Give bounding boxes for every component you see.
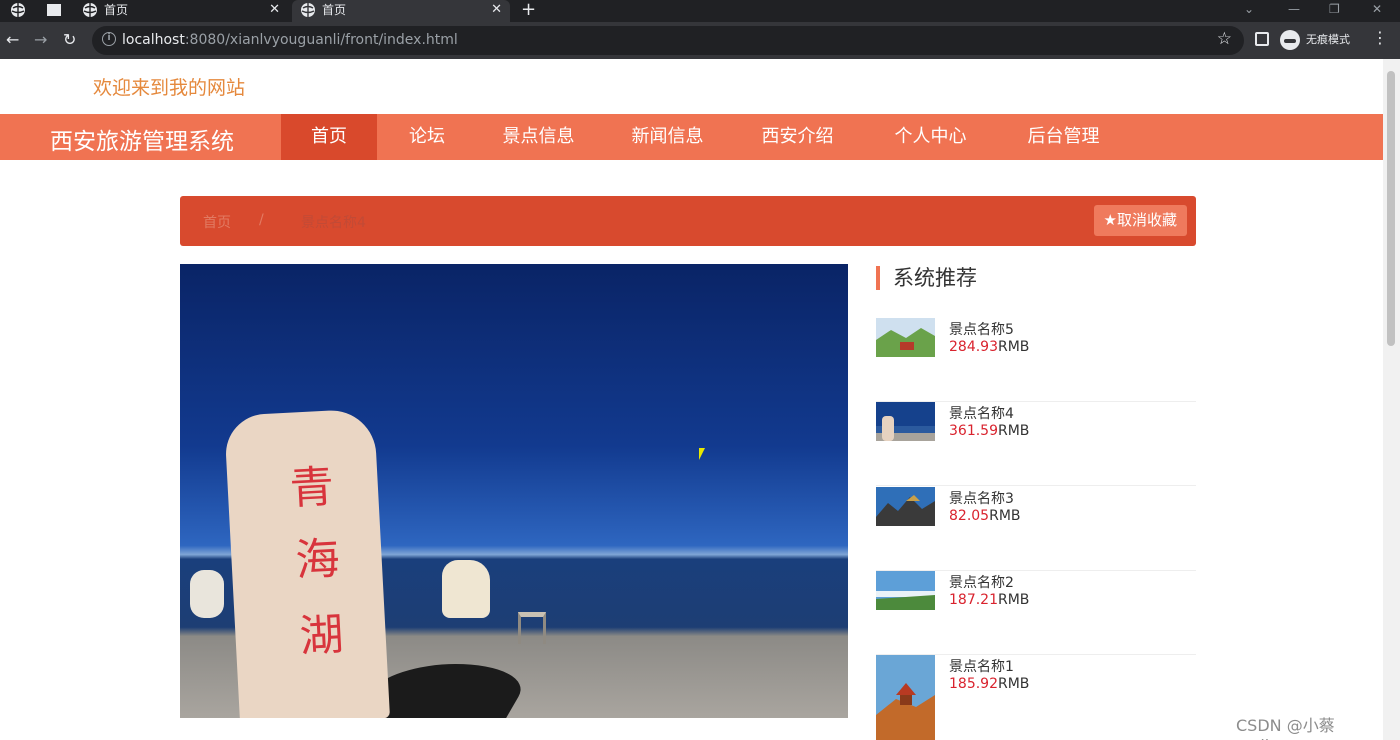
nav-forum[interactable]: 论坛 xyxy=(377,114,477,160)
nav-xian-intro[interactable]: 西安介绍 xyxy=(736,114,859,160)
stool-figure xyxy=(518,612,546,644)
tab-2[interactable]: 首页 ✕ xyxy=(292,0,510,22)
stone-char: 海 xyxy=(294,533,341,587)
recommend-item[interactable]: 景点名称1 185.92RMB xyxy=(876,655,1196,740)
menu-icon[interactable]: ⋮ xyxy=(1372,28,1388,47)
side-panel-icon[interactable] xyxy=(1255,32,1269,46)
browser-tabbar: 首页 ✕ 首页 ✕ + ⌄ — ❐ ✕ xyxy=(0,0,1400,22)
breadcrumb-separator: / xyxy=(259,212,264,228)
minimize-icon[interactable]: — xyxy=(1288,0,1300,18)
close-window-icon[interactable]: ✕ xyxy=(1372,0,1382,18)
close-tab-icon[interactable]: ✕ xyxy=(491,0,502,20)
attraction-thumbnail[interactable] xyxy=(876,402,935,441)
close-tab-icon[interactable]: ✕ xyxy=(269,0,280,20)
globe-icon xyxy=(301,3,315,17)
globe-icon xyxy=(83,3,97,17)
browser-toolbar: ← → ↻ i localhost:8080/xianlvyouguanli/f… xyxy=(0,22,1400,59)
attraction-name[interactable]: 景点名称5 xyxy=(949,319,1014,339)
nav-home[interactable]: 首页 xyxy=(281,114,377,160)
page-scrollbar[interactable] xyxy=(1383,59,1400,740)
unfavorite-button[interactable]: ★取消收藏 xyxy=(1093,205,1187,236)
incognito-indicator[interactable]: 无痕模式 xyxy=(1280,28,1350,52)
attraction-thumbnail[interactable] xyxy=(876,571,935,610)
attraction-name[interactable]: 景点名称1 xyxy=(949,656,1014,676)
url-path: :8080/xianlvyouguanli/front/index.html xyxy=(184,32,458,48)
qinghai-lake-stone: 青 海 湖 xyxy=(223,408,391,718)
tab-title: 首页 xyxy=(104,3,129,17)
forward-icon[interactable]: → xyxy=(34,30,47,50)
yak-figure xyxy=(442,560,490,618)
tab-title: 首页 xyxy=(322,3,347,17)
site-brand[interactable]: 西安旅游管理系统 xyxy=(50,122,234,156)
unfavorite-label: 取消收藏 xyxy=(1116,211,1177,229)
price-value: 284.93 xyxy=(949,339,998,355)
incognito-icon xyxy=(1280,30,1300,50)
recommend-item[interactable]: 景点名称4 361.59RMB xyxy=(876,402,1196,486)
url-host: localhost xyxy=(122,32,185,48)
price-currency: RMB xyxy=(989,508,1021,524)
recommend-item[interactable]: 景点名称2 187.21RMB xyxy=(876,571,1196,655)
yak-figure xyxy=(190,570,224,618)
main-nav: 西安旅游管理系统 首页 论坛 景点信息 新闻信息 西安介绍 个人中心 后台管理 xyxy=(0,114,1383,160)
price-value: 361.59 xyxy=(949,423,998,439)
bookmark-star-icon[interactable]: ☆ xyxy=(1217,29,1232,49)
new-tab-button[interactable]: + xyxy=(521,0,536,20)
stone-char: 青 xyxy=(288,461,336,515)
price-currency: RMB xyxy=(998,339,1030,355)
nav-admin[interactable]: 后台管理 xyxy=(1002,114,1125,160)
stone-char: 湖 xyxy=(298,609,345,663)
attraction-name[interactable]: 景点名称3 xyxy=(949,488,1014,508)
breadcrumb-current: 景点名称4 xyxy=(301,215,366,231)
csdn-watermark: CSDN @小蔡coding xyxy=(1236,716,1335,740)
info-icon[interactable]: i xyxy=(102,32,116,46)
breadcrumb-home[interactable]: 首页 xyxy=(203,212,231,232)
attraction-thumbnail[interactable] xyxy=(876,487,935,526)
nav-news[interactable]: 新闻信息 xyxy=(606,114,729,160)
price-currency: RMB xyxy=(998,423,1030,439)
recommend-item[interactable]: 景点名称5 284.93RMB xyxy=(876,318,1196,402)
attraction-price: 187.21RMB xyxy=(949,592,1029,608)
incognito-label: 无痕模式 xyxy=(1306,33,1350,46)
price-value: 185.92 xyxy=(949,676,998,692)
attraction-price: 361.59RMB xyxy=(949,423,1029,439)
attraction-price: 284.93RMB xyxy=(949,339,1029,355)
nav-attractions[interactable]: 景点信息 xyxy=(477,114,600,160)
star-icon: ★ xyxy=(1103,211,1117,229)
breadcrumb: 首页 / 景点名称4 ★取消收藏 xyxy=(180,196,1196,246)
tab-1[interactable]: 首页 ✕ xyxy=(76,0,288,22)
price-currency: RMB xyxy=(998,676,1030,692)
attraction-thumbnail[interactable] xyxy=(876,655,935,740)
attraction-name[interactable]: 景点名称2 xyxy=(949,572,1014,592)
price-value: 187.21 xyxy=(949,592,998,608)
url-text[interactable]: localhost:8080/xianlvyouguanli/front/ind… xyxy=(122,32,458,48)
recommend-item[interactable]: 景点名称3 82.05RMB xyxy=(876,487,1196,571)
attraction-photo: 青 海 湖 xyxy=(180,264,848,718)
scrollbar-thumb[interactable] xyxy=(1387,71,1395,346)
mouse-cursor xyxy=(699,448,705,460)
price-currency: RMB xyxy=(998,592,1030,608)
reload-icon[interactable]: ↻ xyxy=(63,30,76,50)
page: 欢迎来到我的网站 西安旅游管理系统 首页 论坛 景点信息 新闻信息 西安介绍 个… xyxy=(0,59,1383,740)
attraction-price: 185.92RMB xyxy=(949,676,1029,692)
welcome-text: 欢迎来到我的网站 xyxy=(93,77,246,99)
nav-personal-center[interactable]: 个人中心 xyxy=(869,114,992,160)
globe-icon[interactable] xyxy=(10,2,26,18)
tab-search-icon[interactable]: ⌄ xyxy=(1244,0,1254,18)
restore-icon[interactable]: ❐ xyxy=(1329,0,1340,18)
recommend-title: 系统推荐 xyxy=(876,266,977,290)
attraction-thumbnail[interactable] xyxy=(876,318,935,357)
price-value: 82.05 xyxy=(949,508,990,524)
window-icon[interactable] xyxy=(46,2,62,18)
address-bar[interactable]: i localhost:8080/xianlvyouguanli/front/i… xyxy=(92,26,1244,55)
back-icon[interactable]: ← xyxy=(6,30,19,50)
attraction-price: 82.05RMB xyxy=(949,508,1021,524)
attraction-name[interactable]: 景点名称4 xyxy=(949,403,1014,423)
